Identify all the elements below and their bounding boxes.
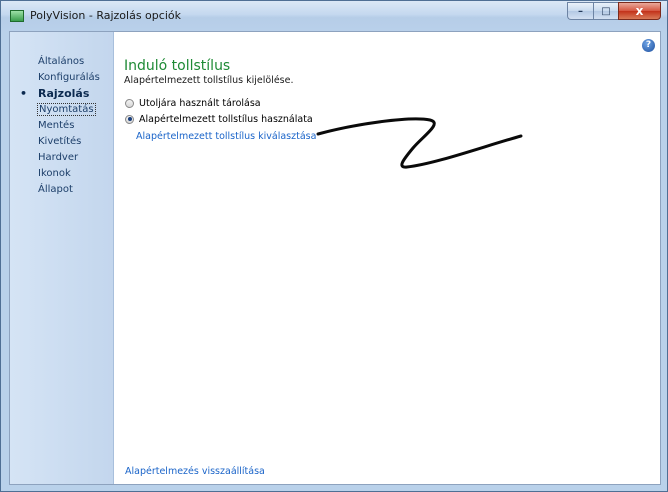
- sidebar-item-rajzolas[interactable]: • Rajzolás: [10, 86, 113, 102]
- sidebar-item-label: Konfigurálás: [38, 72, 100, 83]
- client-area: Általános Konfigurálás • Rajzolás Nyomta…: [9, 31, 661, 485]
- help-icon[interactable]: ?: [642, 39, 655, 52]
- radio-button-unchecked[interactable]: [125, 98, 134, 108]
- sidebar-item-allapot[interactable]: Állapot: [10, 182, 113, 198]
- sidebar-item-mentes[interactable]: Mentés: [10, 118, 113, 134]
- sidebar-item-label: Mentés: [38, 120, 75, 131]
- sidebar-item-nyomtatas[interactable]: Nyomtatás: [10, 102, 113, 118]
- radio-last-used[interactable]: Utoljára használt tárolása: [125, 96, 261, 110]
- options-window: PolyVision - Rajzolás opciók – □ x Által…: [0, 0, 668, 492]
- pen-style-preview: [316, 117, 523, 169]
- sidebar-item-hardver[interactable]: Hardver: [10, 150, 113, 166]
- title-bar[interactable]: PolyVision - Rajzolás opciók – □ x: [1, 1, 667, 31]
- sidebar-item-konfiguralas[interactable]: Konfigurálás: [10, 70, 113, 86]
- sidebar: Általános Konfigurálás • Rajzolás Nyomta…: [10, 32, 114, 484]
- choose-default-style-link[interactable]: Alapértelmezett tollstílus kiválasztása: [136, 131, 316, 142]
- reset-defaults-link[interactable]: Alapértelmezés visszaállítása: [125, 466, 265, 477]
- app-icon: [10, 10, 24, 22]
- sidebar-item-kivetites[interactable]: Kivetítés: [10, 134, 113, 150]
- sidebar-item-label: Nyomtatás: [37, 103, 96, 116]
- sidebar-nav: Általános Konfigurálás • Rajzolás Nyomta…: [10, 54, 113, 198]
- window-controls: – □ x: [567, 2, 661, 21]
- sidebar-item-altalanos[interactable]: Általános: [10, 54, 113, 70]
- sidebar-item-label: Állapot: [38, 184, 73, 195]
- radio-button-checked[interactable]: [125, 114, 134, 124]
- section-title: Induló tollstílus: [124, 58, 231, 74]
- sidebar-item-label: Kivetítés: [38, 136, 82, 147]
- close-button[interactable]: x: [618, 2, 661, 20]
- window-title: PolyVision - Rajzolás opciók: [30, 9, 181, 22]
- maximize-button[interactable]: □: [593, 2, 618, 20]
- radio-default-style[interactable]: Alapértelmezett tollstílus használata: [125, 112, 313, 126]
- section-description: Alapértelmezett tollstílus kijelölése.: [124, 75, 294, 86]
- pen-stroke-sample: [316, 117, 523, 169]
- sidebar-item-label: Ikonok: [38, 168, 71, 179]
- radio-label: Utoljára használt tárolása: [139, 97, 261, 109]
- sidebar-item-label: Rajzolás: [38, 87, 90, 100]
- active-bullet: •: [20, 87, 28, 100]
- sidebar-item-ikonok[interactable]: Ikonok: [10, 166, 113, 182]
- minimize-button[interactable]: –: [567, 2, 593, 20]
- sidebar-item-label: Hardver: [38, 152, 79, 163]
- sidebar-item-label: Általános: [38, 56, 85, 67]
- radio-label: Alapértelmezett tollstílus használata: [139, 113, 313, 125]
